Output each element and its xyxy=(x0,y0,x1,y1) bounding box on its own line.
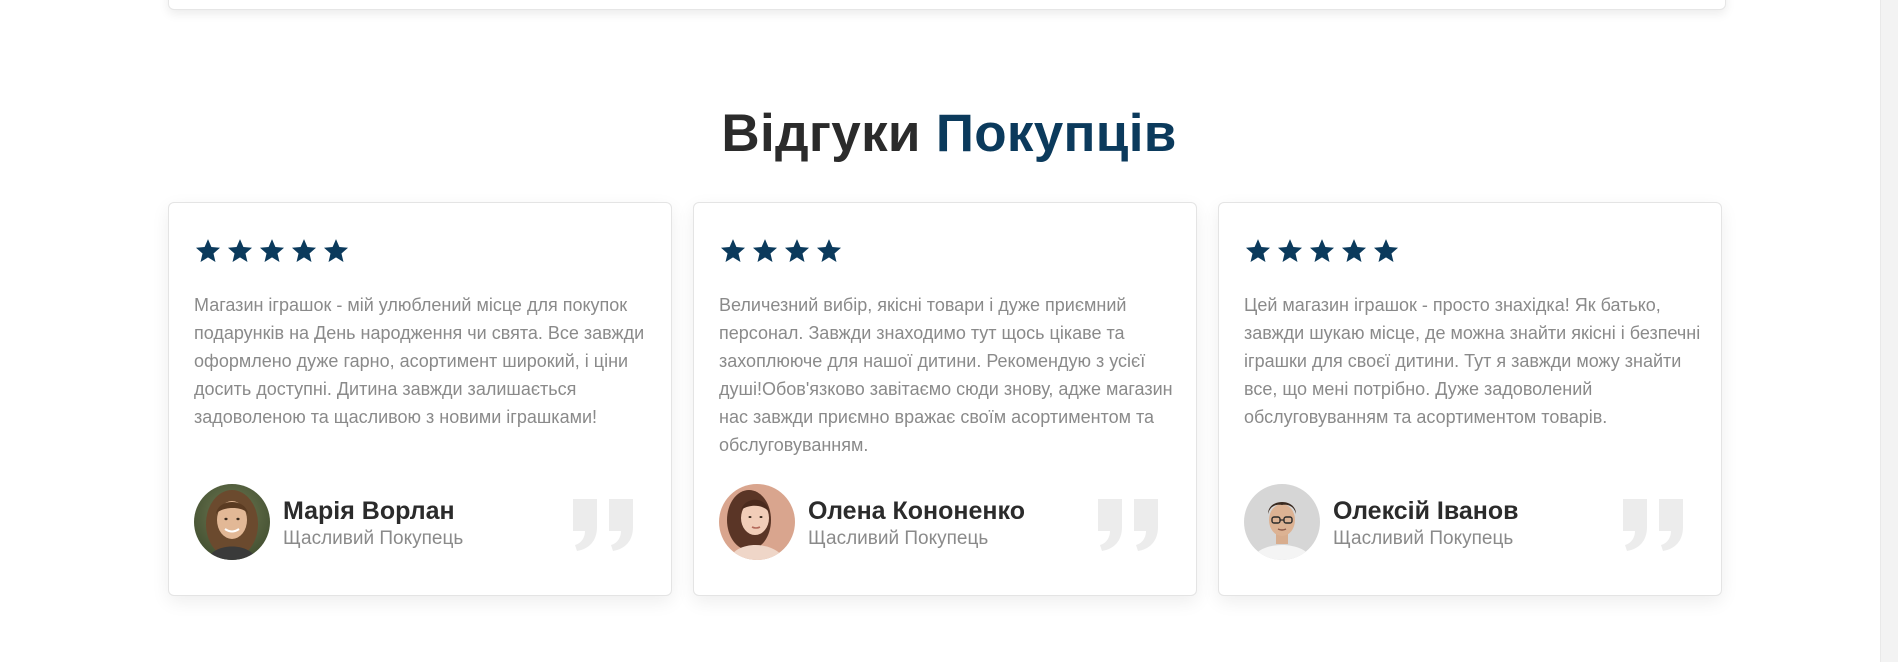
avatar xyxy=(194,484,270,560)
review-author: Олена Кононенко Щасливий Покупець xyxy=(719,484,1025,560)
star-icon xyxy=(751,237,779,265)
review-card: Магазин іграшок - мій улюблений місце дл… xyxy=(168,202,672,596)
rating-stars xyxy=(719,237,843,265)
section-title-main: Відгуки xyxy=(721,104,921,163)
star-icon xyxy=(1244,237,1272,265)
quote-icon xyxy=(569,495,639,553)
star-icon xyxy=(719,237,747,265)
review-card: Величезний вибір, якісні товари і дуже п… xyxy=(693,202,1197,596)
quote-icon xyxy=(1619,495,1689,553)
author-role: Щасливий Покупець xyxy=(808,528,989,549)
author-role: Щасливий Покупець xyxy=(1333,528,1514,549)
star-icon xyxy=(1276,237,1304,265)
rating-stars xyxy=(1244,237,1400,265)
author-name: Марія Ворлан xyxy=(283,497,455,525)
review-text: Цей магазин іграшок - просто знахідка! Я… xyxy=(1244,295,1701,427)
star-icon xyxy=(783,237,811,265)
review-author: Олексій Іванов Щасливий Покупець xyxy=(1244,484,1519,560)
section-title-accent: Покупців xyxy=(935,104,1177,163)
star-icon xyxy=(194,237,222,265)
author-role: Щасливий Покупець xyxy=(283,528,464,549)
author-name: Олена Кононенко xyxy=(808,497,1025,525)
review-text: Величезний вибір, якісні товари і дуже п… xyxy=(719,295,1173,455)
star-icon xyxy=(290,237,318,265)
avatar-photo-woman-icon xyxy=(719,484,795,560)
avatar xyxy=(1244,484,1320,560)
section-title: Відгуки Покупців xyxy=(0,102,1898,166)
review-card: Цей магазин іграшок - просто знахідка! Я… xyxy=(1218,202,1722,596)
star-icon xyxy=(322,237,350,265)
page-scrollbar[interactable] xyxy=(1880,0,1898,662)
author-name: Олексій Іванов xyxy=(1333,497,1519,525)
previous-section-card xyxy=(168,0,1726,10)
avatar-photo-man-icon xyxy=(1244,484,1320,560)
star-icon xyxy=(1372,237,1400,265)
review-text: Магазин іграшок - мій улюблений місце дл… xyxy=(194,295,645,427)
avatar xyxy=(719,484,795,560)
star-icon xyxy=(1308,237,1336,265)
rating-stars xyxy=(194,237,350,265)
star-icon xyxy=(258,237,286,265)
star-icon xyxy=(815,237,843,265)
review-author: Марія Ворлан Щасливий Покупець xyxy=(194,484,463,560)
quote-icon xyxy=(1094,495,1164,553)
avatar-photo-woman-icon xyxy=(194,484,270,560)
star-icon xyxy=(1340,237,1368,265)
star-icon xyxy=(226,237,254,265)
